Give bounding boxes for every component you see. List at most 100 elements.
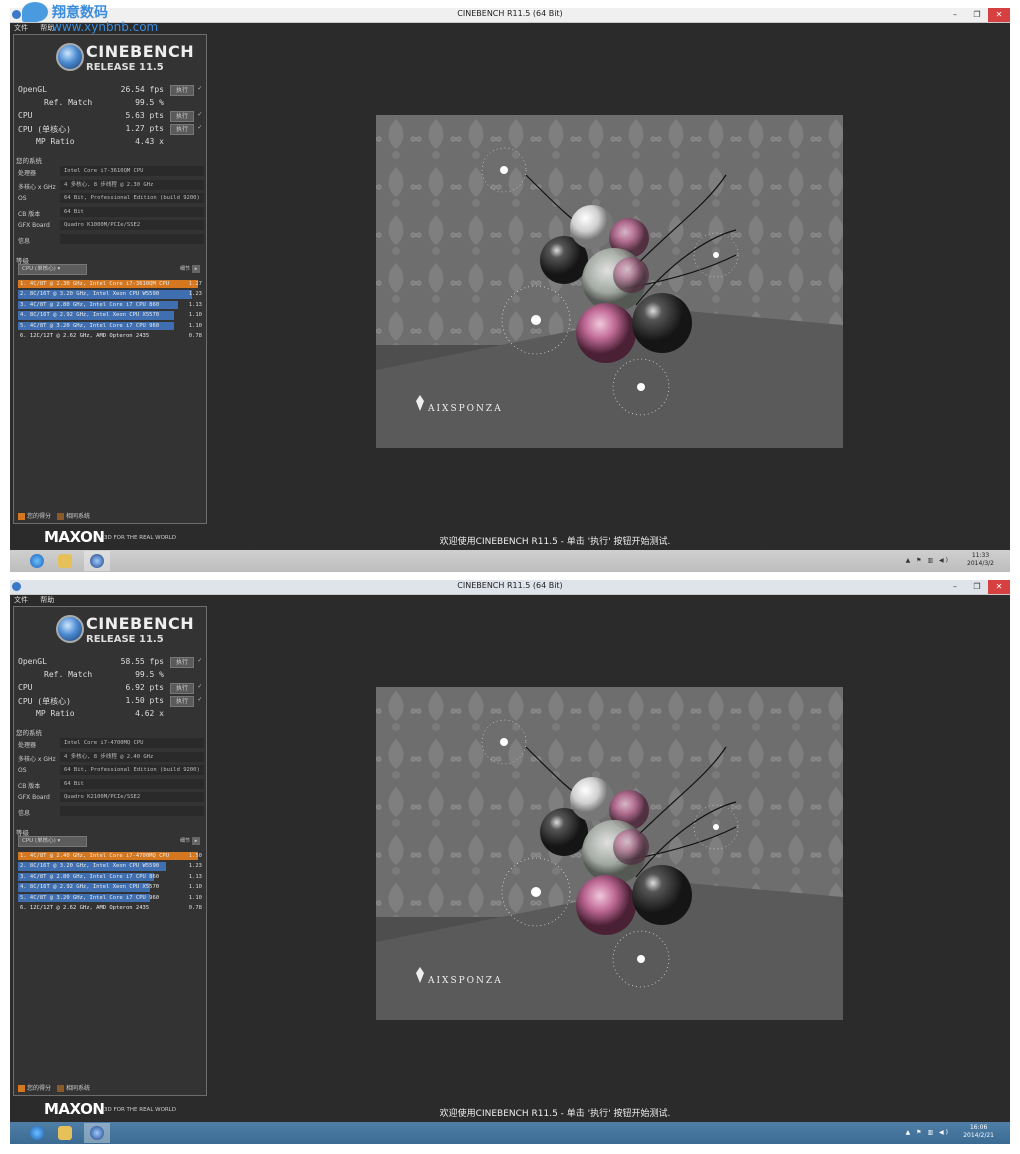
cpu-value: 6.92 pts bbox=[125, 683, 164, 692]
taskbar-explorer[interactable] bbox=[52, 551, 78, 571]
ranking-row[interactable]: 4. 8C/16T @ 2.92 GHz, Intel Xeon CPU X55… bbox=[18, 310, 204, 320]
ranking-row[interactable]: 5. 4C/8T @ 3.20 GHz, Intel Core i7 CPU 9… bbox=[18, 321, 204, 331]
taskbar-ie[interactable] bbox=[24, 1123, 50, 1143]
system-value: 64 Bit, Professional Edition (build 9200… bbox=[60, 765, 204, 775]
logo-title: CINEBENCH bbox=[86, 42, 195, 61]
ranking-row[interactable]: 6. 12C/12T @ 2.62 GHz, AMD Opteron 2435 0… bbox=[18, 903, 204, 913]
opengl-checkbox[interactable]: ✓ bbox=[198, 656, 202, 664]
ranking-score: 0.78 bbox=[188, 904, 202, 911]
cpu-run-button[interactable]: 执行 bbox=[170, 111, 194, 122]
system-header: 您的系统 bbox=[16, 729, 42, 737]
minimize-button[interactable]: – bbox=[944, 8, 966, 22]
system-value: 64 Bit bbox=[60, 778, 204, 789]
info-field[interactable] bbox=[60, 805, 204, 816]
cpu-single-checkbox[interactable]: ✓ bbox=[198, 695, 202, 703]
opengl-run-button[interactable]: 执行 bbox=[170, 657, 194, 668]
ranking-select-value: CPU (单核心) bbox=[22, 266, 56, 272]
mp-ratio-row: MP Ratio 4.62 x bbox=[16, 707, 202, 720]
taskbar-explorer[interactable] bbox=[52, 1123, 78, 1143]
system-value: 4 多核心, 8 步线程 @ 2.40 GHz bbox=[60, 751, 204, 762]
ranking-row[interactable]: 5. 4C/8T @ 3.20 GHz, Intel Core i7 CPU 9… bbox=[18, 893, 204, 903]
render-viewport: AIXSPONZA bbox=[376, 115, 843, 448]
system-tray[interactable]: ▲ ⚑ ▥ ◀) bbox=[906, 557, 950, 564]
taskbar-clock[interactable]: 16:06 2014/2/21 bbox=[963, 1124, 994, 1140]
mp-ratio-row: MP Ratio 4.43 x bbox=[16, 135, 202, 148]
detail-toggle-icon[interactable]: ▸ bbox=[192, 265, 200, 273]
ranking-select[interactable]: CPU (单核心) ▾ bbox=[18, 264, 87, 275]
cpu-single-run-button[interactable]: 执行 bbox=[170, 124, 194, 135]
window-titlebar[interactable]: CINEBENCH R11.5 (64 Bit) – ❐ ✕ bbox=[10, 580, 1010, 595]
ranking-row[interactable]: 3. 4C/8T @ 2.80 GHz, Intel Core i7 CPU 8… bbox=[18, 300, 204, 310]
cpu-checkbox[interactable]: ✓ bbox=[198, 110, 202, 118]
folder-icon bbox=[58, 554, 72, 568]
cpu-single-checkbox[interactable]: ✓ bbox=[198, 123, 202, 131]
ref-match-row: Ref. Match 99.5 % bbox=[16, 96, 202, 109]
ranking-row[interactable]: 3. 4C/8T @ 2.80 GHz, Intel Core i7 CPU 8… bbox=[18, 872, 204, 882]
window-title: CINEBENCH R11.5 (64 Bit) bbox=[457, 581, 563, 590]
mp-ratio-value: 4.62 x bbox=[135, 709, 164, 718]
menu-help[interactable]: 帮助 bbox=[40, 596, 54, 604]
ranking-legend: 您的得分 相同系统 bbox=[18, 1083, 90, 1092]
cpu-row: CPU 6.92 pts 执行 ✓ bbox=[16, 681, 202, 694]
opengl-checkbox[interactable]: ✓ bbox=[198, 84, 202, 92]
system-key: 信息 bbox=[18, 809, 31, 817]
ref-match-row: Ref. Match 99.5 % bbox=[16, 668, 202, 681]
system-value: Quadro K1000M/PCIe/SSE2 bbox=[60, 220, 204, 230]
ie-icon bbox=[30, 1126, 44, 1140]
opengl-run-button[interactable]: 执行 bbox=[170, 85, 194, 96]
restore-button[interactable]: ❐ bbox=[966, 8, 988, 22]
ranking-score: 0.78 bbox=[188, 332, 202, 339]
ranking-row[interactable]: 1. 4C/8T @ 2.40 GHz, Intel Core i7-4700M… bbox=[18, 851, 204, 861]
opengl-value: 26.54 fps bbox=[120, 85, 164, 94]
ranking-row[interactable]: 2. 8C/16T @ 3.20 GHz, Intel Xeon CPU W55… bbox=[18, 289, 204, 299]
taskbar-clock[interactable]: 11:33 2014/3/2 bbox=[967, 552, 994, 568]
close-button[interactable]: ✕ bbox=[988, 580, 1010, 594]
info-field[interactable] bbox=[60, 233, 204, 244]
results-panel: CINEBENCH RELEASE 11.5 OpenGL 26.54 fps … bbox=[13, 34, 207, 524]
system-row: GFX Board Quadro K1000M/PCIe/SSE2 bbox=[16, 219, 204, 233]
results-block: OpenGL 26.54 fps 执行 ✓ Ref. Match 99.5 % … bbox=[16, 83, 202, 148]
close-button[interactable]: ✕ bbox=[988, 8, 1010, 22]
opengl-label: OpenGL bbox=[18, 85, 47, 94]
system-row: 信息 bbox=[16, 805, 204, 819]
ranking-text: 3. 4C/8T @ 2.80 GHz, Intel Core i7 CPU 8… bbox=[20, 873, 160, 880]
system-header: 您的系统 bbox=[16, 157, 42, 165]
menu-file[interactable]: 文件 bbox=[14, 24, 28, 32]
menu-file[interactable]: 文件 bbox=[14, 596, 28, 604]
cpu-single-label: CPU (单核心) bbox=[18, 125, 71, 134]
ranking-row[interactable]: 1. 4C/8T @ 2.30 GHz, Intel Core i7-3610Q… bbox=[18, 279, 204, 289]
status-message: 欢迎使用CINEBENCH R11.5 - 单击 '执行' 按钮开始测试. bbox=[439, 537, 671, 547]
system-key: 多核心 x GHz bbox=[18, 183, 56, 191]
ranking-detail[interactable]: 细节 ▸ bbox=[178, 265, 200, 273]
ranking-row[interactable]: 4. 8C/16T @ 2.92 GHz, Intel Xeon CPU X55… bbox=[18, 882, 204, 892]
taskbar-cinebench[interactable] bbox=[84, 1123, 110, 1143]
window-titlebar[interactable]: CINEBENCH R11.5 (64 Bit) – ❐ ✕ bbox=[10, 8, 1010, 23]
cpu-single-run-button[interactable]: 执行 bbox=[170, 696, 194, 707]
system-key: CB 版本 bbox=[18, 782, 41, 790]
ranking-score: 1.10 bbox=[188, 884, 202, 891]
cpu-single-row: CPU (单核心) 1.50 pts 执行 ✓ bbox=[16, 694, 202, 707]
ranking-row[interactable]: 2. 8C/16T @ 3.20 GHz, Intel Xeon CPU W55… bbox=[18, 861, 204, 871]
cpu-run-button[interactable]: 执行 bbox=[170, 683, 194, 694]
restore-button[interactable]: ❐ bbox=[966, 580, 988, 594]
system-value: 64 Bit, Professional Edition (build 9200… bbox=[60, 193, 204, 203]
ranking-select[interactable]: CPU (单核心) ▾ bbox=[18, 836, 87, 847]
cpu-single-label: CPU (单核心) bbox=[18, 697, 71, 706]
cpu-checkbox[interactable]: ✓ bbox=[198, 682, 202, 690]
system-key: 处理器 bbox=[18, 742, 37, 749]
taskbar-ie[interactable] bbox=[24, 551, 50, 571]
system-tray[interactable]: ▲ ⚑ ▥ ◀) bbox=[906, 1129, 950, 1136]
cinebench-sphere-icon bbox=[56, 615, 84, 643]
ranking-row[interactable]: 6. 12C/12T @ 2.62 GHz, AMD Opteron 2435 0… bbox=[18, 331, 204, 341]
system-value: 4 多核心, 8 步线程 @ 2.30 GHz bbox=[60, 179, 204, 190]
cinebench-logo: CINEBENCH RELEASE 11.5 bbox=[16, 609, 202, 653]
ranking-detail[interactable]: 细节 ▸ bbox=[178, 837, 200, 845]
minimize-button[interactable]: – bbox=[944, 580, 966, 594]
render-brand: AIXSPONZA bbox=[427, 976, 503, 986]
taskbar-cinebench[interactable] bbox=[84, 551, 110, 571]
ranking-score: 1.10 bbox=[188, 322, 202, 329]
status-message: 欢迎使用CINEBENCH R11.5 - 单击 '执行' 按钮开始测试. bbox=[439, 1109, 671, 1119]
system-info: 处理器 Intel Core i7-3610QM CPU 多核心 x GHz 4 多… bbox=[16, 165, 204, 246]
menu-bar: 文件 帮助 bbox=[10, 595, 1010, 606]
detail-toggle-icon[interactable]: ▸ bbox=[192, 837, 200, 845]
